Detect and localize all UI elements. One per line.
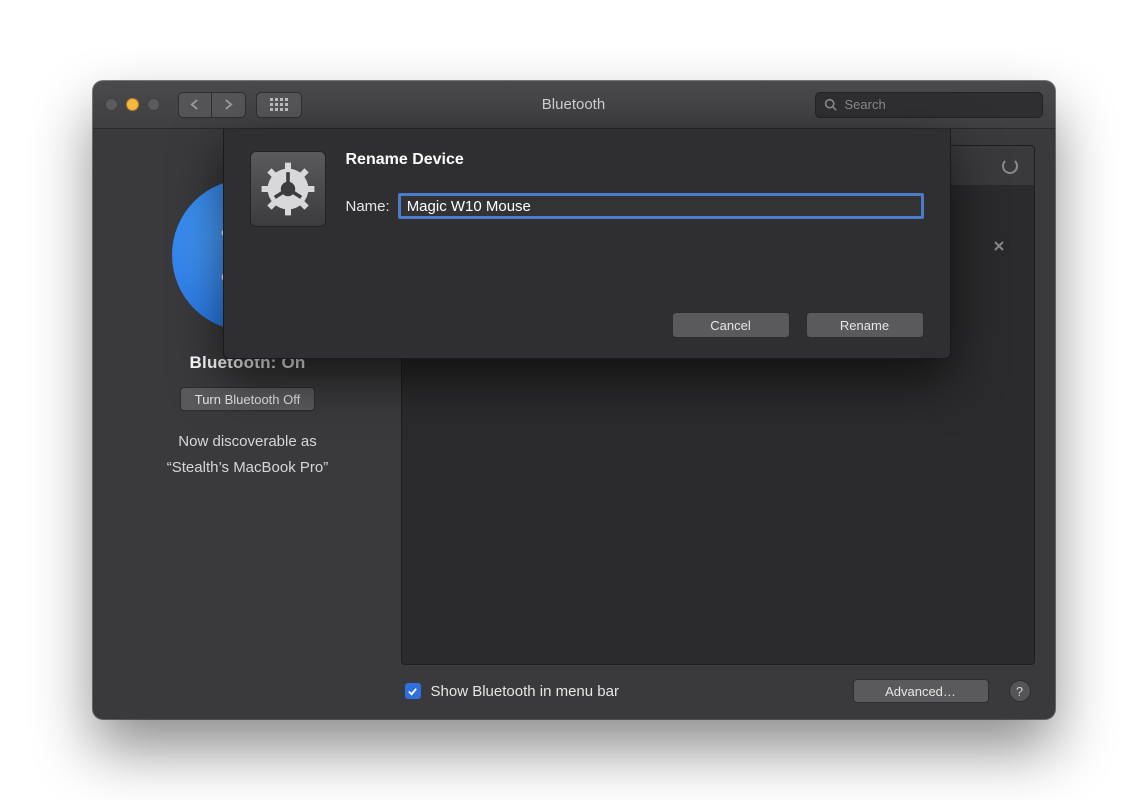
nav-buttons [178, 92, 246, 118]
search-field[interactable] [815, 92, 1043, 118]
search-input[interactable] [843, 96, 1034, 113]
cancel-button[interactable]: Cancel [672, 312, 790, 338]
checkbox-checked-icon [407, 686, 418, 697]
show-all-button[interactable] [256, 92, 302, 118]
chevron-right-icon [224, 99, 233, 110]
sheet-body: Rename Device Name: [346, 151, 924, 227]
sheet-title: Rename Device [346, 151, 924, 169]
search-icon [824, 98, 837, 111]
window-minimize-button[interactable] [126, 98, 139, 111]
discoverable-line-1: Now discoverable as [167, 429, 328, 455]
window-maximize-button[interactable] [147, 98, 160, 111]
sheet-content: Rename Device Name: [250, 151, 924, 227]
window-close-button[interactable] [105, 98, 118, 111]
show-in-menubar-label: Show Bluetooth in menu bar [431, 683, 619, 700]
bottom-row: Show Bluetooth in menu bar Advanced… ? [401, 665, 1035, 703]
gear-icon [250, 151, 326, 227]
spinner-icon [1002, 158, 1018, 174]
close-icon [994, 241, 1004, 251]
show-in-menubar-checkbox[interactable] [405, 683, 421, 699]
device-name-input[interactable] [398, 193, 924, 219]
discoverable-text: Now discoverable as “Stealth’s MacBook P… [167, 429, 328, 482]
help-button[interactable]: ? [1009, 680, 1031, 702]
advanced-button[interactable]: Advanced… [853, 679, 989, 703]
rename-device-sheet: Rename Device Name: Cancel Rename [223, 129, 951, 359]
traffic-lights [105, 98, 160, 111]
discoverable-line-2: “Stealth’s MacBook Pro” [167, 455, 328, 481]
name-field-row: Name: [346, 193, 924, 219]
back-button[interactable] [178, 92, 212, 118]
forward-button[interactable] [212, 92, 246, 118]
rename-button[interactable]: Rename [806, 312, 924, 338]
name-label: Name: [346, 198, 390, 215]
chevron-left-icon [190, 99, 199, 110]
grid-icon [270, 98, 288, 111]
titlebar: Bluetooth [93, 81, 1055, 129]
sheet-actions: Cancel Rename [250, 312, 924, 338]
preferences-window: Bluetooth Bluetooth: On Turn Bluetooth O… [93, 81, 1055, 719]
toggle-bluetooth-button[interactable]: Turn Bluetooth Off [180, 387, 316, 411]
remove-device-button[interactable] [988, 235, 1010, 257]
